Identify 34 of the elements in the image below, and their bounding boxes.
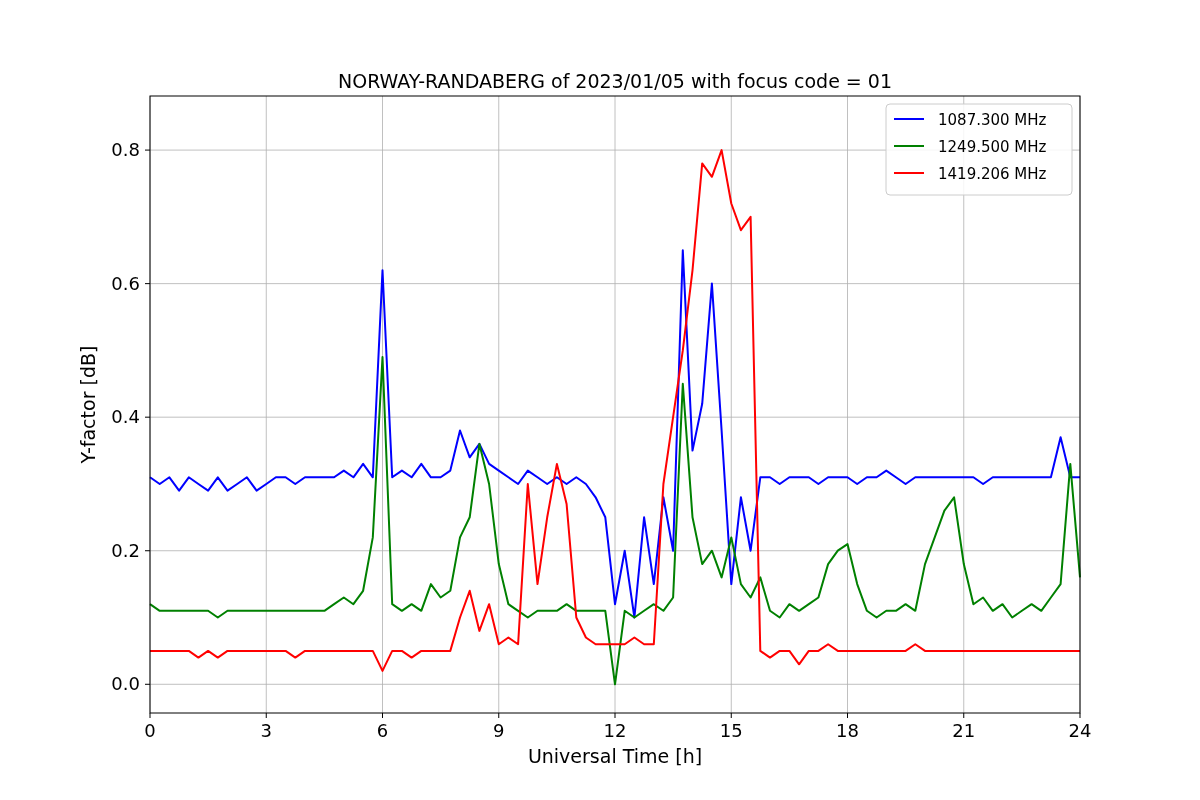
legend-label: 1087.300 MHz [938,111,1047,129]
tick-label: 0 [144,720,156,741]
tick-mark [730,712,732,719]
tick-label: 0.0 [111,673,140,695]
tick-label: 15 [719,720,743,741]
legend-label: 1419.206 MHz [938,165,1047,183]
tick-label: 0.8 [111,139,140,161]
tick-label: 12 [603,720,627,741]
tick-mark [498,712,500,719]
tick-label: 3 [260,720,272,741]
tick-label: 0.6 [111,272,140,294]
tick-mark [847,712,848,719]
tick-label: 9 [493,720,505,741]
tick-mark [144,683,151,685]
axis-label: Universal Time [h] [527,745,703,767]
tick-mark [144,283,151,285]
tick-label: 0.4 [111,406,140,428]
tick-label: 21 [952,720,976,741]
tick-label: 18 [836,720,859,741]
tick-mark [382,712,383,719]
tick-mark [149,712,151,719]
tick-mark [1079,712,1081,719]
tick-mark [265,712,267,719]
tick-mark [614,712,616,719]
chart-title: NORWAY-RANDABERG of 2023/01/05 with focus code = 01 [338,70,892,92]
tick-label: 24 [1068,720,1092,741]
axis-label: Y-factor [dB] [77,345,99,464]
tick-label: 6 [376,720,389,741]
tick-label: 0.2 [111,539,140,561]
tick-mark [144,149,151,151]
tick-mark [144,550,151,552]
tick-mark [144,416,151,418]
legend-label: 1249.500 MHz [938,138,1047,156]
tick-mark [963,712,965,719]
